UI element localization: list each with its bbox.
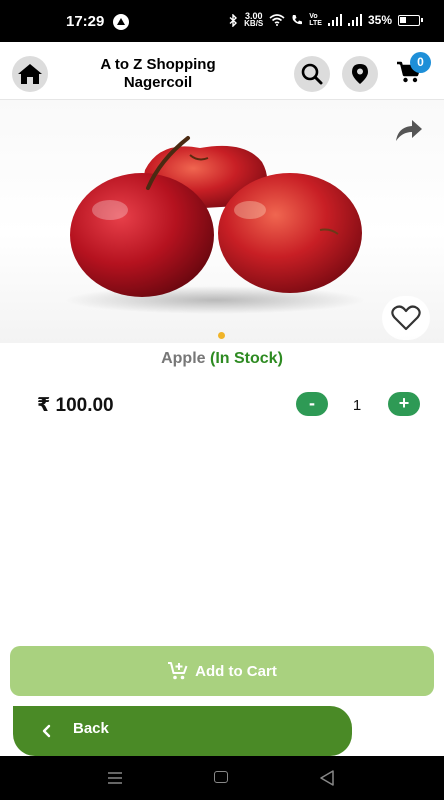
call-icon	[292, 15, 303, 25]
battery-percent: 35%	[367, 13, 392, 27]
network-speed: 3.00 KB/S	[244, 12, 263, 28]
app-title-line2: Nagercoil	[123, 74, 193, 91]
product-name: Apple	[161, 350, 206, 367]
volte-bottom: LTE	[309, 20, 322, 27]
add-to-cart-icon	[168, 662, 188, 680]
favorite-button[interactable]	[382, 296, 430, 340]
app-header: A to Z Shopping Nagercoil 0	[0, 42, 444, 100]
location-pin-icon	[352, 64, 368, 84]
product-image	[65, 136, 365, 314]
app-title-line1: A to Z Shopping	[100, 56, 216, 73]
app-title: A to Z Shopping Nagercoil	[70, 56, 246, 92]
chevron-left-icon	[42, 724, 51, 738]
search-icon	[301, 63, 323, 85]
battery-icon	[398, 14, 423, 26]
cart-count-badge: 0	[410, 52, 431, 73]
quantity-decrease-button[interactable]: -	[296, 392, 328, 416]
wifi-icon	[269, 14, 285, 26]
status-indicators: 3.00 KB/S Vo LTE 35%	[229, 12, 423, 28]
product-image-carousel[interactable]	[0, 100, 444, 343]
home-button[interactable]	[12, 56, 48, 92]
share-icon[interactable]	[394, 117, 424, 143]
carousel-indicator-dot[interactable]	[218, 332, 225, 339]
product-title: Apple (In Stock)	[0, 350, 444, 368]
location-button[interactable]	[342, 56, 378, 92]
volte-indicator: Vo LTE	[309, 13, 322, 27]
stock-status: (In Stock)	[210, 350, 283, 367]
volte-top: Vo	[309, 13, 318, 20]
nav-back-icon[interactable]	[320, 770, 334, 786]
recent-apps-icon[interactable]	[108, 772, 122, 784]
signal-icon-sim2	[347, 14, 362, 26]
back-label: Back	[73, 720, 109, 737]
add-to-cart-button[interactable]: Add to Cart	[10, 646, 434, 696]
bluetooth-icon	[229, 13, 238, 27]
product-price: ₹ 100.00	[37, 395, 114, 416]
signal-icon-sim1	[327, 14, 342, 26]
system-nav-bar	[0, 756, 444, 800]
add-to-cart-label: Add to Cart	[195, 662, 277, 680]
home-icon	[18, 64, 42, 84]
network-speed-unit: KB/S	[244, 19, 264, 28]
quantity-increase-button[interactable]: +	[388, 392, 420, 416]
quantity-value: 1	[352, 397, 362, 414]
status-bar: 17:29 3.00 KB/S Vo LTE 35%	[0, 0, 444, 42]
back-button[interactable]: Back	[13, 706, 352, 756]
app-notification-icon	[113, 14, 129, 30]
nav-home-icon[interactable]	[214, 771, 228, 783]
heart-icon	[391, 305, 421, 331]
status-time: 17:29	[66, 13, 105, 30]
search-button[interactable]	[294, 56, 330, 92]
